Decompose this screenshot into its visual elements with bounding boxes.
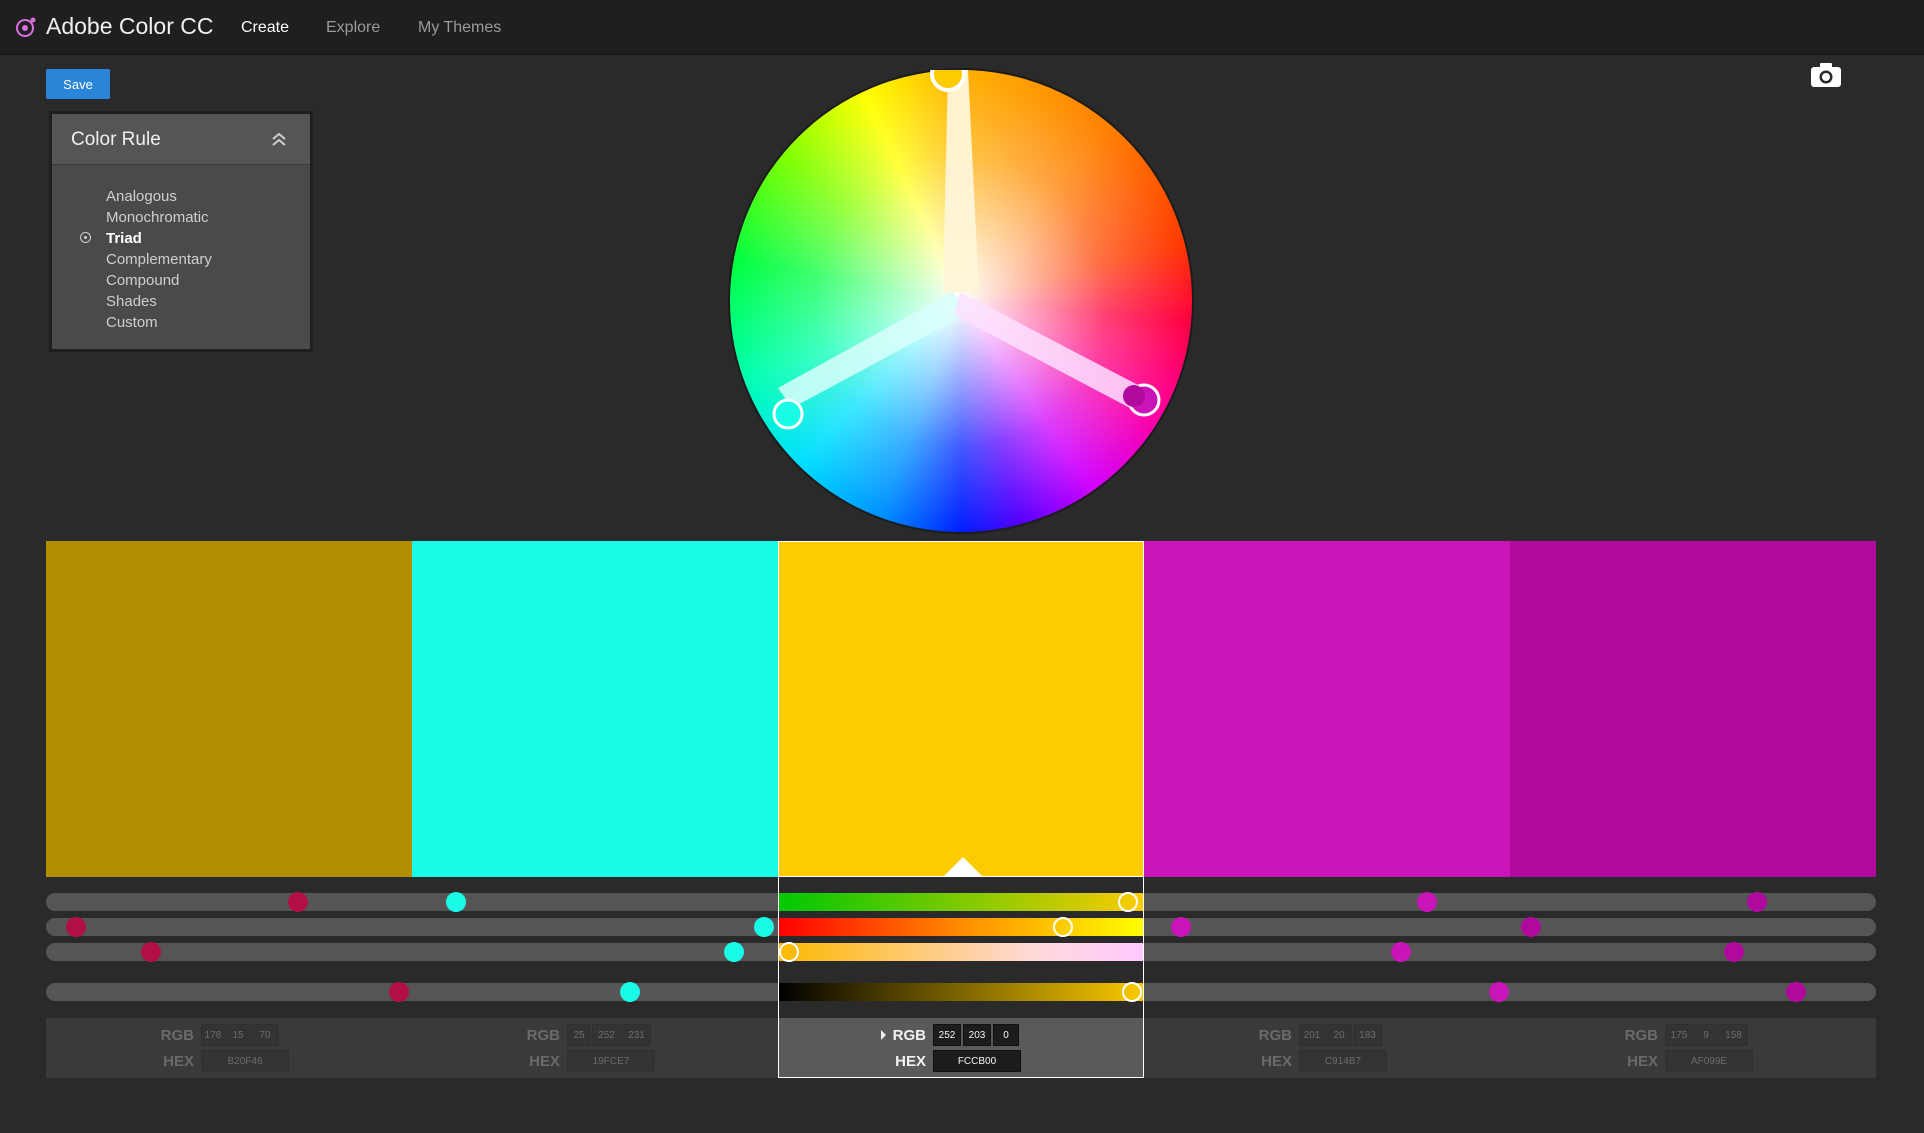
rule-option-monochromatic[interactable]: Monochromatic bbox=[52, 207, 310, 228]
slider-knob[interactable] bbox=[141, 942, 161, 962]
swatch-3-selected[interactable] bbox=[778, 541, 1144, 877]
wheel-handle-cyan[interactable] bbox=[772, 398, 804, 430]
adobe-color-logo-icon bbox=[16, 17, 36, 37]
hex-field[interactable]: B20F46 bbox=[201, 1050, 289, 1072]
color-rule-title: Color Rule bbox=[71, 129, 161, 150]
slider-knob[interactable] bbox=[446, 892, 466, 912]
rgb-g-field[interactable]: 20 bbox=[1326, 1024, 1352, 1046]
rgb-label: RGB bbox=[160, 1027, 194, 1044]
nav-explore[interactable]: Explore bbox=[326, 19, 380, 37]
color-rule-list: Analogous Monochromatic Triad Complement… bbox=[52, 186, 310, 333]
slider-knob[interactable] bbox=[754, 917, 774, 937]
hex-label: HEX bbox=[163, 1053, 194, 1070]
hex-field[interactable]: AF099E bbox=[1665, 1050, 1753, 1072]
rgb-r-field[interactable]: 201 bbox=[1299, 1024, 1325, 1046]
nav-create[interactable]: Create bbox=[241, 19, 289, 37]
rgb-g-field[interactable]: 9 bbox=[1694, 1024, 1718, 1046]
rgb-g-field[interactable]: 252 bbox=[592, 1024, 621, 1046]
rgb-r-field[interactable]: 175 bbox=[1665, 1024, 1693, 1046]
rgb-r-field[interactable]: 252 bbox=[933, 1024, 961, 1046]
rule-option-label: Compound bbox=[106, 272, 180, 289]
values-swatch-2: RGB 25 252 231 HEX 19FCE7 bbox=[412, 1018, 778, 1078]
wheel-handles bbox=[772, 70, 1161, 430]
slider-knob-selected[interactable] bbox=[779, 942, 799, 962]
slider-knob[interactable] bbox=[1521, 917, 1541, 937]
rule-option-analogous[interactable]: Analogous bbox=[52, 186, 310, 207]
slider-knob[interactable] bbox=[724, 942, 744, 962]
rule-option-label: Complementary bbox=[106, 251, 212, 268]
rgb-b-field[interactable]: 183 bbox=[1353, 1024, 1382, 1046]
color-rule-header[interactable]: Color Rule bbox=[52, 114, 310, 165]
slider-knob-selected[interactable] bbox=[1122, 982, 1142, 1002]
slider-active-2[interactable] bbox=[778, 918, 1144, 936]
slider-active-4[interactable] bbox=[778, 983, 1144, 1001]
values-swatch-3-selected: RGB 252 203 0 HEX FCCB00 bbox=[778, 1018, 1144, 1078]
app-title: Adobe Color CC bbox=[46, 13, 214, 39]
rule-option-label: Custom bbox=[106, 314, 158, 331]
rule-option-triad[interactable]: Triad bbox=[52, 228, 310, 249]
hex-field[interactable]: C914B7 bbox=[1299, 1050, 1387, 1072]
slider-knob-selected[interactable] bbox=[1053, 917, 1073, 937]
rgb-label: RGB bbox=[1258, 1027, 1292, 1044]
double-chevron-up-icon[interactable] bbox=[269, 130, 289, 148]
hex-label: HEX bbox=[1627, 1053, 1658, 1070]
slider-knob[interactable] bbox=[1391, 942, 1411, 962]
top-bar: Adobe Color CC Create Explore My Themes bbox=[0, 0, 1924, 55]
swatch-1[interactable] bbox=[46, 541, 412, 877]
hex-field[interactable]: 19FCE7 bbox=[567, 1050, 655, 1072]
selected-swatch-pointer bbox=[944, 857, 982, 876]
color-wheel[interactable] bbox=[730, 70, 1192, 532]
rule-option-compound[interactable]: Compound bbox=[52, 270, 310, 291]
hex-label: HEX bbox=[1261, 1053, 1292, 1070]
swatch-5[interactable] bbox=[1510, 541, 1876, 877]
color-rule-panel: Color Rule Analogous Monochromatic Triad… bbox=[49, 111, 313, 352]
values-swatch-4: RGB 201 20 183 HEX C914B7 bbox=[1144, 1018, 1510, 1078]
rgb-b-field[interactable]: 0 bbox=[993, 1024, 1019, 1046]
rgb-g-field[interactable]: 203 bbox=[963, 1024, 991, 1046]
theme-swatches bbox=[46, 541, 1876, 877]
wheel-handle-yellow[interactable] bbox=[930, 70, 966, 92]
rgb-r-field[interactable]: 25 bbox=[567, 1024, 591, 1046]
rgb-g-field[interactable]: 15 bbox=[226, 1024, 250, 1046]
swatch-2[interactable] bbox=[412, 541, 778, 877]
rgb-label: RGB bbox=[1624, 1027, 1658, 1044]
rgb-label: RGB bbox=[526, 1027, 560, 1044]
rule-option-complementary[interactable]: Complementary bbox=[52, 249, 310, 270]
wheel-handle-magenta-dark[interactable] bbox=[1123, 385, 1145, 407]
rule-option-shades[interactable]: Shades bbox=[52, 291, 310, 312]
slider-knob[interactable] bbox=[389, 982, 409, 1002]
rgb-b-field[interactable]: 231 bbox=[622, 1024, 651, 1046]
hex-label: HEX bbox=[529, 1053, 560, 1070]
slider-knob[interactable] bbox=[1171, 917, 1191, 937]
slider-active-3[interactable] bbox=[778, 943, 1144, 961]
rule-option-custom[interactable]: Custom bbox=[52, 312, 310, 333]
rule-option-label: Triad bbox=[106, 230, 142, 247]
hex-label: HEX bbox=[895, 1053, 926, 1070]
slider-knob[interactable] bbox=[1747, 892, 1767, 912]
nav-my-themes[interactable]: My Themes bbox=[418, 19, 501, 37]
slider-knob[interactable] bbox=[1724, 942, 1744, 962]
rgb-label: RGB bbox=[892, 1027, 926, 1044]
values-swatch-5: RGB 175 9 158 HEX AF099E bbox=[1510, 1018, 1876, 1078]
slider-knob[interactable] bbox=[1786, 982, 1806, 1002]
slider-knob[interactable] bbox=[66, 917, 86, 937]
rule-option-label: Analogous bbox=[106, 188, 177, 205]
save-button[interactable]: Save bbox=[46, 69, 110, 99]
rgb-r-field[interactable]: 178 bbox=[201, 1024, 225, 1046]
rule-option-label: Shades bbox=[106, 293, 157, 310]
slider-knob-selected[interactable] bbox=[1118, 892, 1138, 912]
values-swatch-1: RGB 178 15 70 HEX B20F46 bbox=[46, 1018, 412, 1078]
slider-active-1[interactable] bbox=[778, 893, 1144, 911]
rule-option-label: Monochromatic bbox=[106, 209, 209, 226]
selected-radio-icon bbox=[80, 232, 91, 243]
rgb-b-field[interactable]: 158 bbox=[1719, 1024, 1748, 1046]
swatch-4[interactable] bbox=[1144, 541, 1510, 877]
slider-knob[interactable] bbox=[620, 982, 640, 1002]
hex-field[interactable]: FCCB00 bbox=[933, 1050, 1021, 1072]
slider-knob[interactable] bbox=[1417, 892, 1437, 912]
slider-knob[interactable] bbox=[1489, 982, 1509, 1002]
rgb-b-field[interactable]: 70 bbox=[251, 1024, 279, 1046]
camera-icon[interactable] bbox=[1810, 62, 1842, 88]
slider-knob[interactable] bbox=[288, 892, 308, 912]
